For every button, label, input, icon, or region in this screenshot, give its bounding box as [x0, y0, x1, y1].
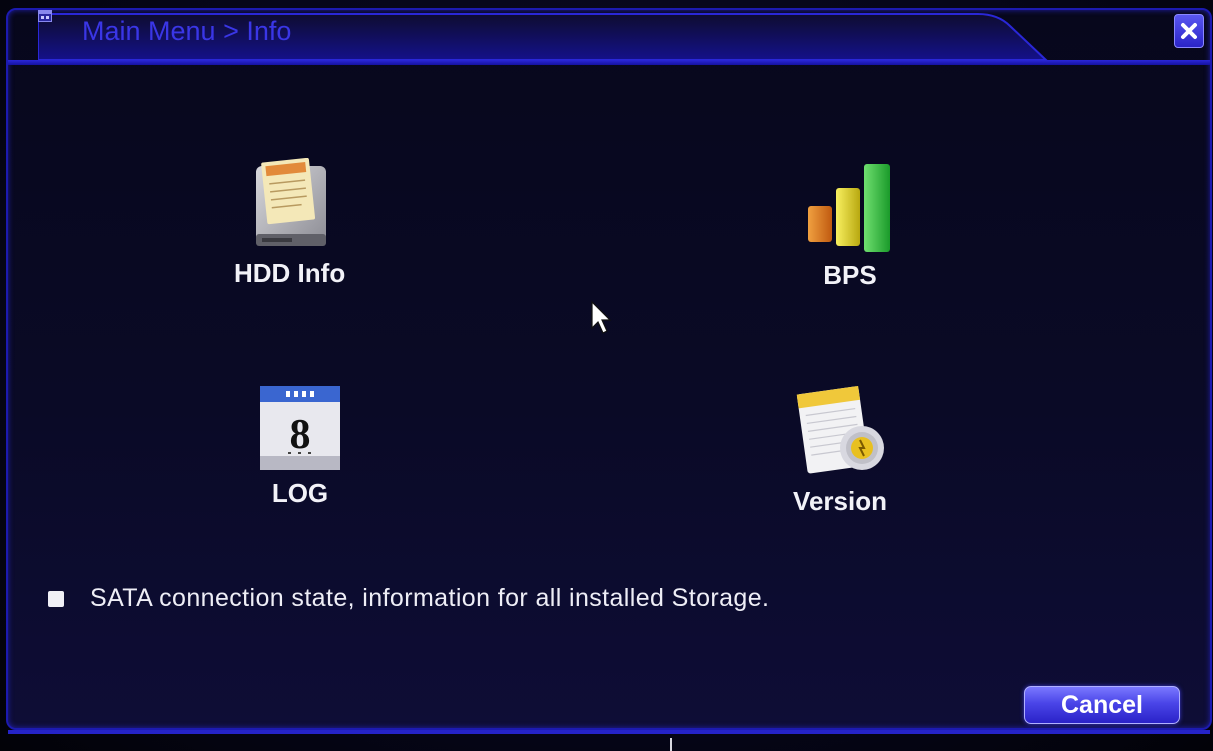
cancel-button[interactable]: Cancel	[1024, 686, 1180, 724]
bullet-square-icon	[48, 590, 64, 607]
version-document-icon	[796, 386, 884, 474]
mouse-pointer-icon	[591, 300, 612, 334]
title-divider	[8, 60, 1210, 65]
window-title: Main Menu > Info	[82, 16, 292, 46]
info-dialog: Main Menu > Info HDD Info BPS 8 LOG Vers…	[6, 8, 1212, 734]
bps-item[interactable]: BPS	[802, 160, 898, 291]
bottom-divider	[8, 730, 1210, 734]
title-bar: Main Menu > Info	[38, 10, 1048, 61]
hdd-info-label: HDD Info	[234, 258, 346, 288]
version-label: Version	[793, 486, 887, 516]
calendar-day: 8	[290, 412, 311, 458]
bps-label: BPS	[823, 260, 877, 290]
version-item[interactable]: Version	[792, 386, 888, 517]
info-description: SATA connection state, information for a…	[48, 584, 769, 613]
dvr-screen: Main Menu > Info HDD Info BPS 8 LOG Vers…	[0, 0, 1213, 751]
menu-window-icon	[38, 10, 52, 22]
log-label: LOG	[271, 478, 329, 508]
description-text: SATA connection state, information for a…	[90, 584, 770, 612]
log-item[interactable]: 8 LOG	[258, 384, 342, 509]
close-button[interactable]	[1174, 14, 1204, 48]
hdd-info-icon	[255, 158, 326, 246]
bar-chart-icon	[808, 164, 890, 252]
close-icon	[1181, 23, 1197, 39]
screen-tick-mark	[670, 738, 672, 751]
calendar-icon: 8	[260, 386, 340, 470]
hdd-info-item[interactable]: HDD Info	[234, 158, 345, 289]
